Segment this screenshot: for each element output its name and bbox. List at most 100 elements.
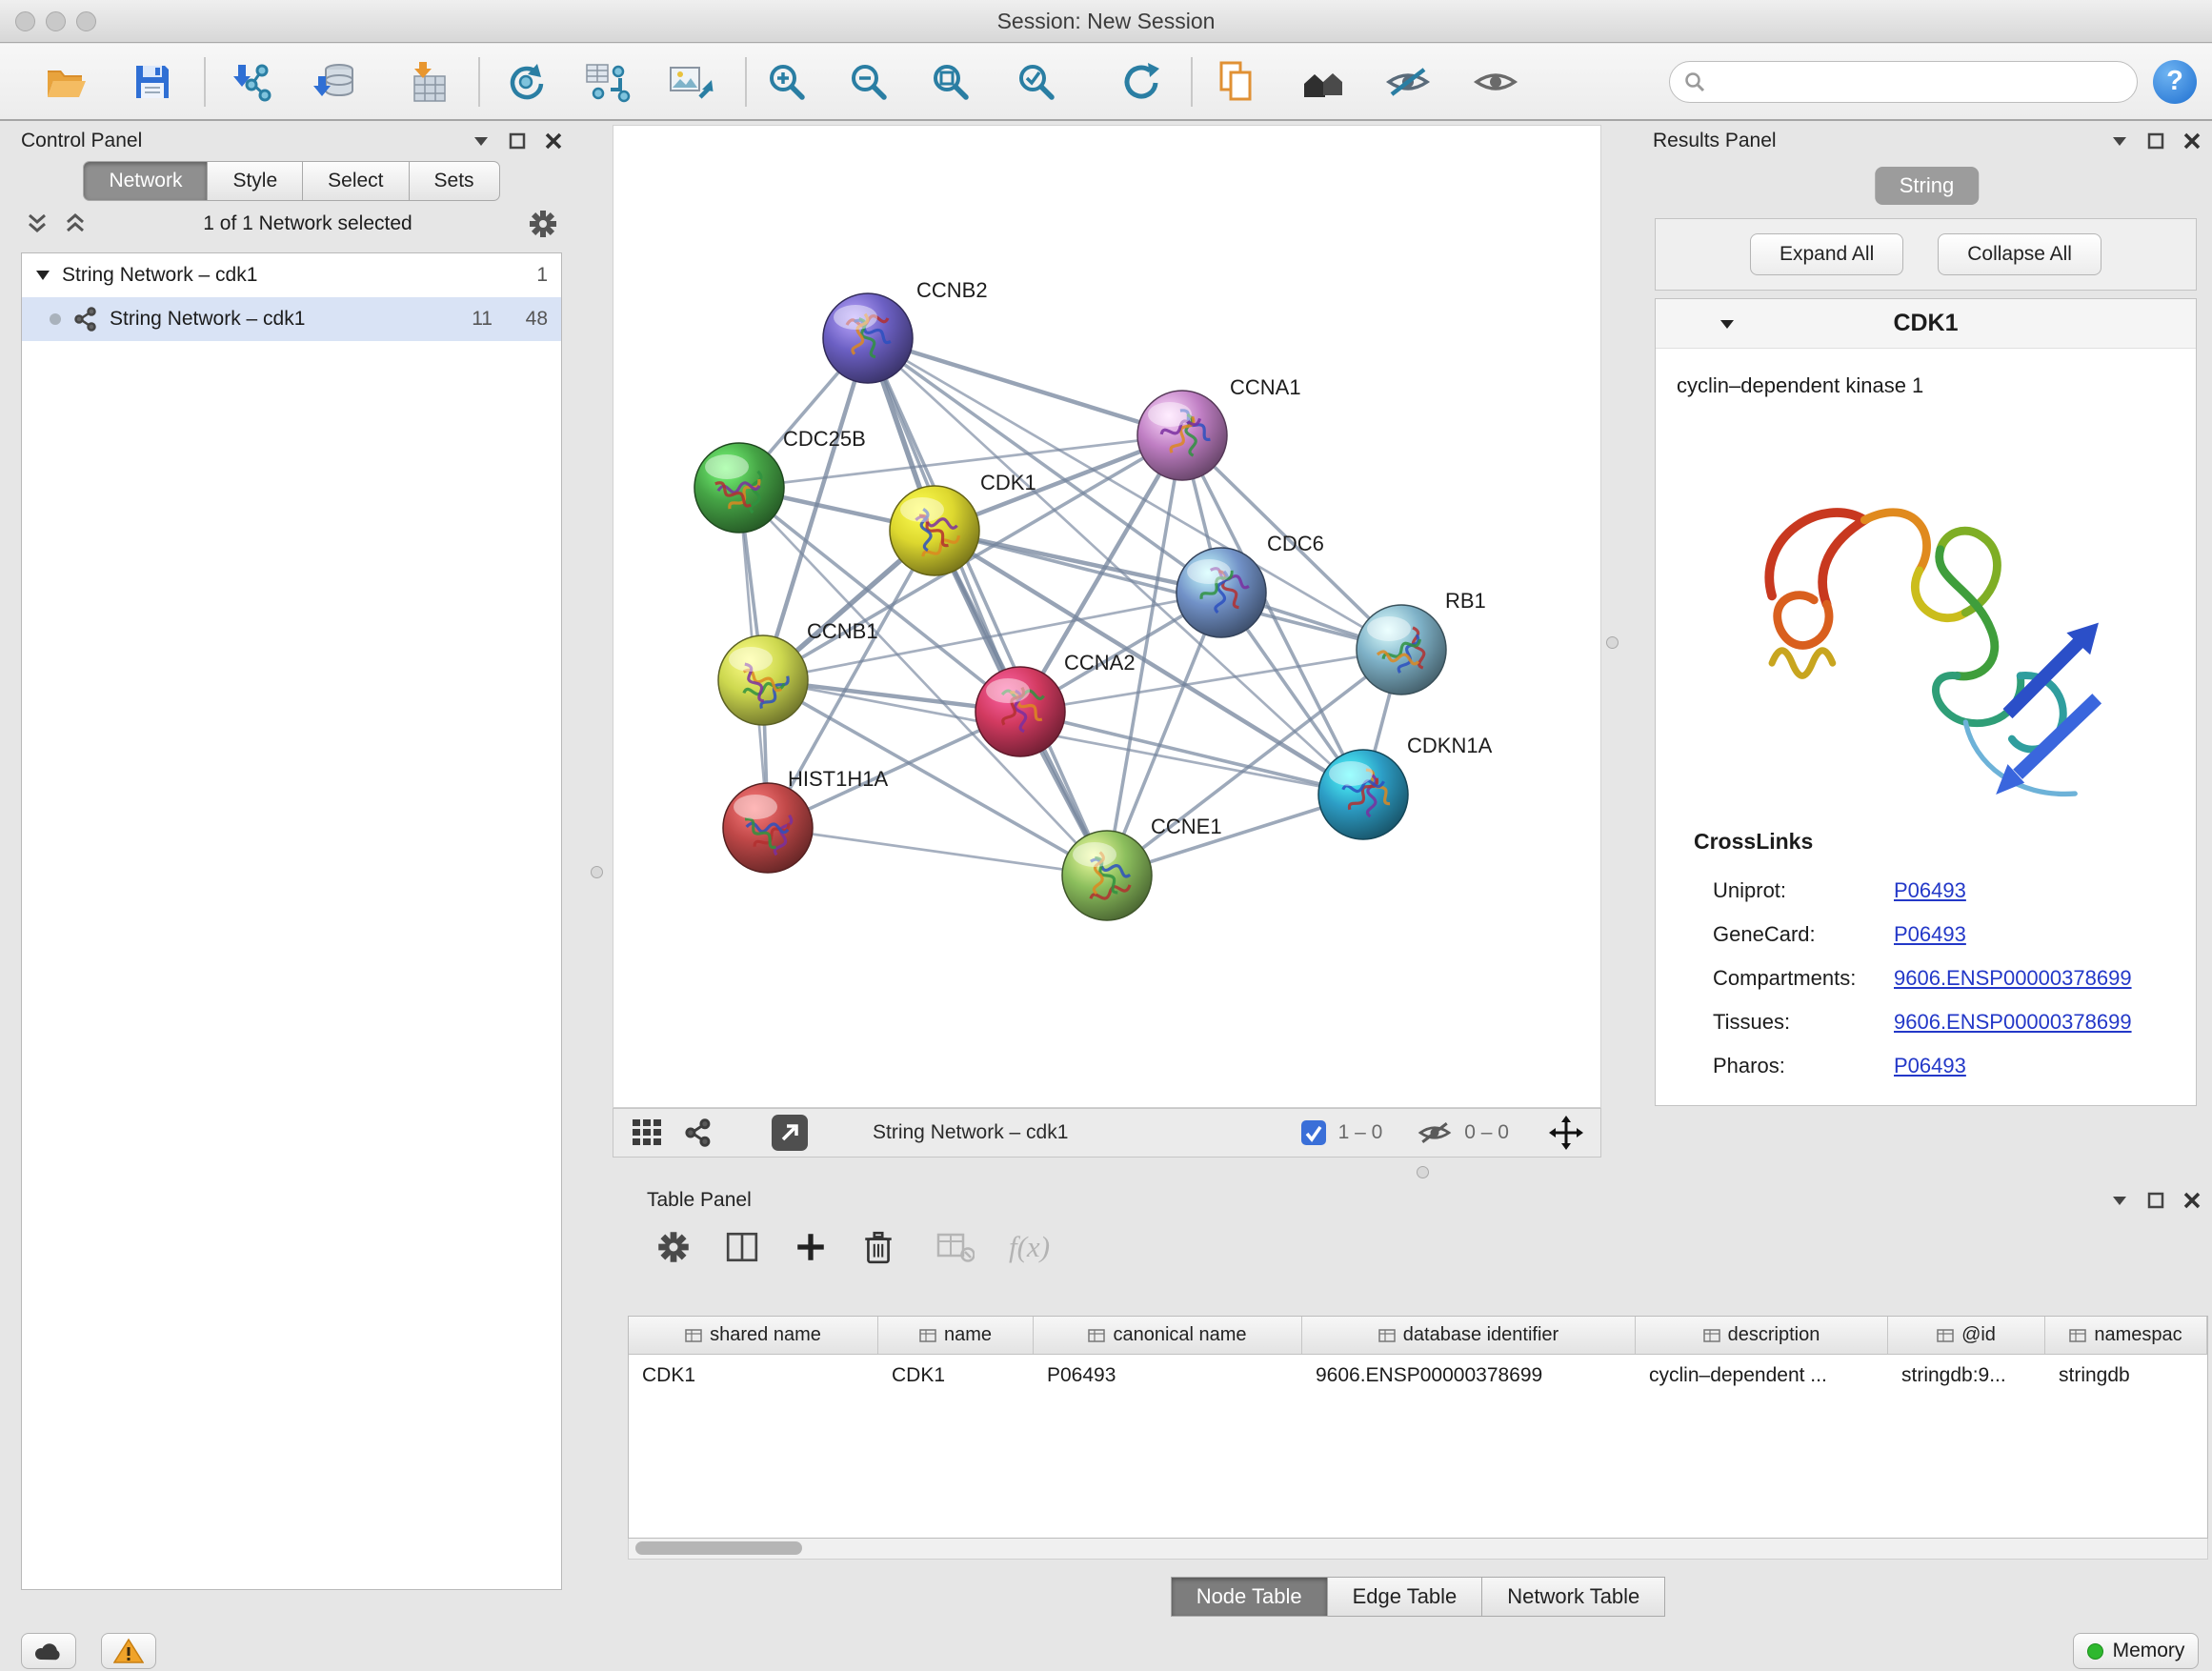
network-row-selected[interactable]: String Network – cdk1 11 48: [22, 297, 561, 341]
tab-style[interactable]: Style: [208, 161, 303, 201]
zoom-fit-icon[interactable]: [926, 57, 975, 107]
maximize-panel-icon[interactable]: [2147, 132, 2164, 150]
network-node-CDK1[interactable]: CDK1: [890, 471, 1036, 575]
expand-collapse-bar: Expand All Collapse All: [1655, 218, 2197, 291]
zoom-window-button[interactable]: [76, 11, 96, 31]
node-count: 11: [472, 308, 493, 331]
table-cell[interactable]: CDK1: [878, 1355, 1034, 1397]
search-box[interactable]: [1669, 61, 2138, 103]
network-canvas[interactable]: CCNB2CCNA1CDC25BCDK1CDC6RB1CCNB1CCNA2CDK…: [613, 125, 1601, 1108]
network-node-CCNA1[interactable]: CCNA1: [1137, 375, 1301, 480]
help-button[interactable]: ?: [2153, 60, 2197, 104]
collapse-all-button[interactable]: Collapse All: [1938, 233, 2101, 275]
expand-all-tree-icon[interactable]: [63, 212, 88, 235]
crosslink-value-link[interactable]: P06493: [1894, 878, 1966, 903]
crosslink-label: Tissues:: [1713, 1010, 1894, 1035]
minimize-window-button[interactable]: [46, 11, 66, 31]
float-panel-icon[interactable]: [2111, 1195, 2128, 1206]
show-columns-icon[interactable]: [725, 1230, 759, 1264]
column-header-name[interactable]: name: [878, 1317, 1034, 1354]
network-options-gear-icon[interactable]: [528, 209, 558, 239]
import-table-icon[interactable]: [400, 57, 450, 107]
import-network-icon[interactable]: [229, 57, 278, 107]
crosslink-value-link[interactable]: P06493: [1894, 922, 1966, 947]
scrollbar-thumb[interactable]: [635, 1541, 802, 1555]
clone-network-icon[interactable]: [1212, 57, 1261, 107]
float-panel-icon[interactable]: [473, 135, 490, 147]
open-session-icon[interactable]: [42, 57, 91, 107]
zoom-out-icon[interactable]: [844, 57, 894, 107]
table-cell[interactable]: cyclin–dependent ...: [1636, 1355, 1888, 1397]
tab-edge-table[interactable]: Edge Table: [1328, 1577, 1483, 1617]
network-from-table-icon[interactable]: [583, 57, 633, 107]
splitter-grip[interactable]: [591, 866, 603, 878]
splitter-grip[interactable]: [1417, 1166, 1429, 1178]
hide-selected-icon[interactable]: [1383, 57, 1433, 107]
tree-expand-icon[interactable]: [35, 270, 50, 281]
collapse-all-tree-icon[interactable]: [25, 212, 50, 235]
selected-nodes-checkbox-icon[interactable]: [1300, 1119, 1327, 1146]
node-label: CCNE1: [1151, 815, 1222, 838]
table-options-gear-icon[interactable]: [656, 1230, 691, 1264]
network-node-CDKN1A[interactable]: CDKN1A: [1318, 734, 1493, 839]
crosslink-value-link[interactable]: 9606.ENSP00000378699: [1894, 966, 2132, 991]
network-graph[interactable]: CCNB2CCNA1CDC25BCDK1CDC6RB1CCNB1CCNA2CDK…: [613, 126, 1600, 1107]
tab-string[interactable]: String: [1875, 167, 1979, 205]
table-horizontal-scrollbar[interactable]: [628, 1539, 2208, 1560]
zoom-selected-icon[interactable]: [1012, 57, 1061, 107]
table-cell[interactable]: stringdb: [2045, 1355, 2207, 1397]
home-style-icon[interactable]: [1299, 57, 1349, 107]
column-header-canonical-name[interactable]: canonical name: [1034, 1317, 1302, 1354]
new-network-icon[interactable]: [501, 57, 551, 107]
expand-all-button[interactable]: Expand All: [1750, 233, 1903, 275]
close-window-button[interactable]: [15, 11, 35, 31]
network-node-HIST1H1A[interactable]: HIST1H1A: [723, 767, 888, 873]
add-column-icon[interactable]: [794, 1230, 828, 1264]
tab-network[interactable]: Network: [83, 161, 208, 201]
tab-node-table[interactable]: Node Table: [1171, 1577, 1328, 1617]
close-panel-icon[interactable]: [2183, 1192, 2201, 1209]
table-cell[interactable]: 9606.ENSP00000378699: [1302, 1355, 1636, 1397]
column-header-description[interactable]: description: [1636, 1317, 1888, 1354]
maximize-panel-icon[interactable]: [2147, 1192, 2164, 1209]
save-session-icon[interactable]: [128, 57, 177, 107]
memory-button[interactable]: Memory: [2073, 1633, 2199, 1669]
maximize-panel-icon[interactable]: [509, 132, 526, 150]
pan-move-icon[interactable]: [1549, 1116, 1583, 1150]
crosslink-value-link[interactable]: P06493: [1894, 1054, 1966, 1078]
search-input[interactable]: [1716, 70, 2123, 92]
tab-sets[interactable]: Sets: [410, 161, 500, 201]
network-collection-row[interactable]: String Network – cdk1 1: [22, 253, 561, 297]
show-all-icon[interactable]: [1471, 57, 1520, 107]
zoom-in-icon[interactable]: [762, 57, 812, 107]
section-collapse-icon[interactable]: [1719, 318, 1736, 330]
warnings-button[interactable]: [101, 1633, 156, 1669]
column-header-id[interactable]: @id: [1888, 1317, 2045, 1354]
delete-column-icon[interactable]: [862, 1229, 895, 1265]
close-panel-icon[interactable]: [545, 132, 562, 150]
export-image-icon[interactable]: [667, 57, 716, 107]
tab-select[interactable]: Select: [303, 161, 409, 201]
table-cell[interactable]: P06493: [1034, 1355, 1302, 1397]
table-cell[interactable]: stringdb:9...: [1888, 1355, 2045, 1397]
network-node-CDC6[interactable]: CDC6: [1176, 532, 1324, 637]
import-database-icon[interactable]: [311, 57, 360, 107]
hidden-eye-slash-icon[interactable]: [1417, 1118, 1453, 1147]
crosslink-value-link[interactable]: 9606.ENSP00000378699: [1894, 1010, 2132, 1035]
splitter-grip[interactable]: [1606, 636, 1619, 649]
refresh-icon[interactable]: [1116, 57, 1166, 107]
tab-network-table[interactable]: Network Table: [1482, 1577, 1665, 1617]
birdseye-grid-icon[interactable]: [631, 1118, 663, 1147]
float-panel-icon[interactable]: [2111, 135, 2128, 147]
close-panel-icon[interactable]: [2183, 132, 2201, 150]
network-node-RB1[interactable]: RB1: [1357, 589, 1486, 695]
column-header-shared-name[interactable]: shared name: [629, 1317, 878, 1354]
table-cell[interactable]: CDK1: [629, 1355, 878, 1397]
detach-view-button[interactable]: [772, 1115, 808, 1151]
node-details-header[interactable]: CDK1: [1656, 299, 2196, 349]
cloud-status-button[interactable]: [21, 1633, 76, 1669]
network-share-icon[interactable]: [684, 1118, 713, 1147]
column-header-namespac[interactable]: namespac: [2045, 1317, 2207, 1354]
table-row[interactable]: CDK1CDK1P064939606.ENSP00000378699cyclin…: [629, 1355, 2207, 1397]
column-header-database-identifier[interactable]: database identifier: [1302, 1317, 1636, 1354]
